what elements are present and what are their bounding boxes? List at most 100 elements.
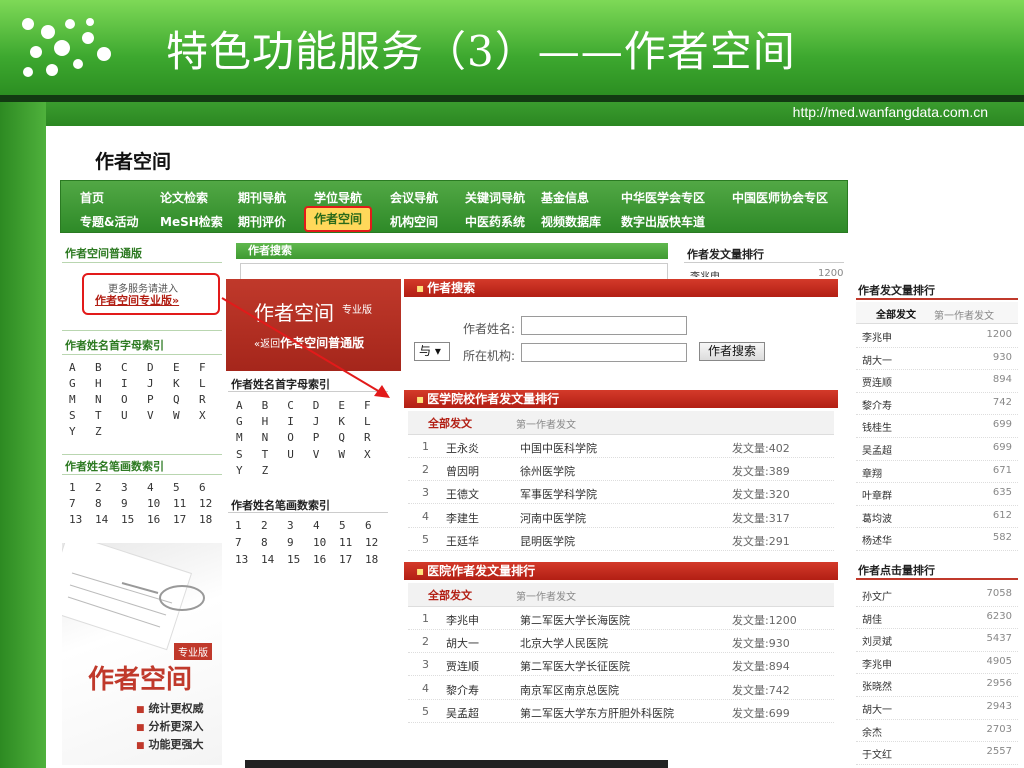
list-item[interactable]: 叶章群 635 xyxy=(856,483,1018,506)
tab-first-author[interactable]: 第一作者发文 xyxy=(934,307,994,322)
list-item[interactable]: 胡佳 6230 xyxy=(856,607,1018,630)
index-letter-w[interactable]: W xyxy=(338,448,345,461)
nav-keyword[interactable]: 关键词导航 xyxy=(465,189,525,206)
index-letter-u[interactable]: U xyxy=(287,448,294,461)
index-stroke-8[interactable]: 8 xyxy=(261,536,268,549)
index-stroke-12[interactable]: 12 xyxy=(365,536,378,549)
list-item[interactable]: 胡大一 930 xyxy=(856,348,1018,371)
index-stroke-3[interactable]: 3 xyxy=(287,519,294,532)
nav-journal-eval[interactable]: 期刊评价 xyxy=(238,213,286,230)
index-stroke-8[interactable]: 8 xyxy=(95,497,102,510)
author-name[interactable]: 贾连顺 xyxy=(862,374,892,389)
index-letter-x[interactable]: X xyxy=(364,448,371,461)
index-letter-q[interactable]: Q xyxy=(338,431,345,444)
index-stroke-16[interactable]: 16 xyxy=(313,553,326,566)
list-item[interactable]: 于文红 2557 xyxy=(856,742,1018,765)
index-letter-p[interactable]: P xyxy=(147,393,154,406)
list-item[interactable]: 杨述华 582 xyxy=(856,528,1018,551)
index-letter-c[interactable]: C xyxy=(287,399,294,412)
index-letter-z[interactable]: Z xyxy=(262,464,269,477)
index-letter-d[interactable]: D xyxy=(147,361,154,374)
index-letter-s[interactable]: S xyxy=(236,448,243,461)
index-letter-k[interactable]: K xyxy=(173,377,180,390)
index-letter-a[interactable]: A xyxy=(69,361,76,374)
nav-cma-zone[interactable]: 中华医学会专区 xyxy=(621,189,705,206)
index-stroke-2[interactable]: 2 xyxy=(261,519,268,532)
table-row[interactable]: 1 李兆申 第二军医大学长海医院 发文量:1200 xyxy=(408,607,834,630)
index-letter-m[interactable]: M xyxy=(69,393,76,406)
list-item[interactable]: 余杰 2703 xyxy=(856,720,1018,743)
tab-all-publications[interactable]: 全部发文 xyxy=(428,415,472,431)
index-letter-v[interactable]: V xyxy=(147,409,154,422)
index-letter-y[interactable]: Y xyxy=(236,464,243,477)
author-name[interactable]: 胡大一 xyxy=(862,352,892,367)
index-stroke-15[interactable]: 15 xyxy=(121,513,134,526)
index-stroke-12[interactable]: 12 xyxy=(199,497,212,510)
index-stroke-11[interactable]: 11 xyxy=(339,536,352,549)
rank-name[interactable]: 黎介寿 xyxy=(446,682,479,698)
index-stroke-13[interactable]: 13 xyxy=(235,553,248,566)
table-row[interactable]: 3 贾连顺 第二军医大学长征医院 发文量:894 xyxy=(408,653,834,677)
index-stroke-17[interactable]: 17 xyxy=(339,553,352,566)
index-letter-j[interactable]: J xyxy=(313,415,320,428)
index-letter-c[interactable]: C xyxy=(121,361,128,374)
index-letter-g[interactable]: G xyxy=(236,415,243,428)
index-letter-h[interactable]: H xyxy=(262,415,269,428)
author-name[interactable]: 杨述华 xyxy=(862,532,892,547)
list-item[interactable]: 贾连顺 894 xyxy=(856,370,1018,393)
index-letter-f[interactable]: F xyxy=(199,361,206,374)
index-stroke-5[interactable]: 5 xyxy=(339,519,346,532)
rank-name[interactable]: 贾连顺 xyxy=(446,658,479,674)
index-letter-t[interactable]: T xyxy=(95,409,102,422)
nav-tcm[interactable]: 中医药系统 xyxy=(465,213,525,230)
rank-name[interactable]: 李兆申 xyxy=(446,612,479,628)
author-name[interactable]: 胡大一 xyxy=(862,701,892,716)
list-item[interactable]: 李兆申 1200 xyxy=(856,325,1018,348)
pro-promo-banner[interactable]: 作者空间 专业版 «返回作者空间普通版 xyxy=(226,279,401,371)
rank-name[interactable]: 王永炎 xyxy=(446,440,479,456)
index-stroke-7[interactable]: 7 xyxy=(235,536,242,549)
org-input[interactable] xyxy=(521,343,687,362)
index-stroke-4[interactable]: 4 xyxy=(313,519,320,532)
nav-video[interactable]: 视频数据库 xyxy=(541,213,601,230)
index-letter-o[interactable]: O xyxy=(287,431,294,444)
index-stroke-4[interactable]: 4 xyxy=(147,481,154,494)
index-stroke-9[interactable]: 9 xyxy=(287,536,294,549)
author-name[interactable]: 于文红 xyxy=(862,746,892,761)
tab-all-publications[interactable]: 全部发文 xyxy=(428,587,472,603)
index-letter-n[interactable]: N xyxy=(95,393,102,406)
list-item[interactable]: 李兆申 4905 xyxy=(856,652,1018,675)
index-letter-e[interactable]: E xyxy=(338,399,345,412)
rank-name[interactable]: 曾因明 xyxy=(446,463,479,479)
index-letter-v[interactable]: V xyxy=(313,448,320,461)
index-letter-e[interactable]: E xyxy=(173,361,180,374)
table-row[interactable]: 2 胡大一 北京大学人民医院 发文量:930 xyxy=(408,630,834,654)
author-name[interactable]: 李兆申 xyxy=(862,329,892,344)
index-stroke-16[interactable]: 16 xyxy=(147,513,160,526)
nav-fund[interactable]: 基金信息 xyxy=(541,189,589,206)
index-stroke-1[interactable]: 1 xyxy=(69,481,76,494)
index-letter-h[interactable]: H xyxy=(95,377,102,390)
index-stroke-10[interactable]: 10 xyxy=(147,497,160,510)
index-letter-x[interactable]: X xyxy=(199,409,206,422)
table-row[interactable]: 4 黎介寿 南京军区南京总医院 发文量:742 xyxy=(408,677,834,700)
list-item[interactable]: 孙文广 7058 xyxy=(856,584,1018,607)
rank-name[interactable]: 胡大一 xyxy=(446,635,479,651)
list-item[interactable]: 刘灵斌 5437 xyxy=(856,629,1018,652)
index-letter-i[interactable]: I xyxy=(287,415,294,428)
index-stroke-6[interactable]: 6 xyxy=(365,519,372,532)
index-letter-f[interactable]: F xyxy=(364,399,371,412)
index-stroke-7[interactable]: 7 xyxy=(69,497,76,510)
pro-version-ad[interactable]: 专业版 作者空间 统计更权威 分析更深入 功能更强大 xyxy=(62,543,222,765)
author-name[interactable]: 吴孟超 xyxy=(862,442,892,457)
promo-return-link[interactable]: «返回作者空间普通版 xyxy=(254,334,364,351)
index-stroke-10[interactable]: 10 xyxy=(313,536,326,549)
author-name[interactable]: 叶章群 xyxy=(862,487,892,502)
index-stroke-14[interactable]: 14 xyxy=(261,553,274,566)
index-letter-d[interactable]: D xyxy=(313,399,320,412)
rank-name[interactable]: 王德文 xyxy=(446,486,479,502)
nav-mesh[interactable]: MeSH检索 xyxy=(160,213,223,230)
nav-author-space[interactable]: 作者空间 xyxy=(304,206,372,232)
index-letter-b[interactable]: B xyxy=(95,361,102,374)
nav-digital-publish[interactable]: 数字出版快车道 xyxy=(621,213,705,230)
